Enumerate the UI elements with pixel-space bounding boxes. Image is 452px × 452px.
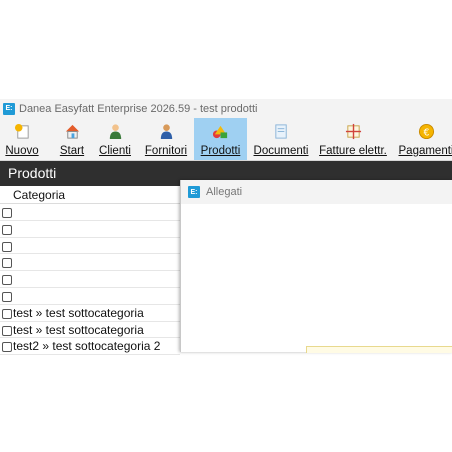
list-row[interactable]: test » test sottocategoria bbox=[0, 322, 180, 339]
category-list: Categoria test » test sottocategoria tes… bbox=[0, 186, 180, 356]
app-icon: E: bbox=[3, 102, 15, 115]
suppliers-button[interactable]: Fornitori bbox=[142, 118, 190, 160]
new-button[interactable]: Nuovo bbox=[2, 118, 42, 160]
supplier-icon bbox=[160, 124, 172, 140]
row-checkbox[interactable] bbox=[2, 291, 12, 302]
einvoice-icon bbox=[345, 123, 361, 140]
einvoice-button[interactable]: Fatture elettr. bbox=[316, 118, 390, 160]
list-row[interactable] bbox=[0, 271, 180, 288]
payments-button[interactable]: € Pagamenti bbox=[396, 118, 452, 160]
app-icon: E: bbox=[188, 186, 200, 198]
products-button[interactable]: Prodotti bbox=[194, 118, 247, 160]
svg-text:€: € bbox=[423, 127, 429, 138]
row-checkbox[interactable] bbox=[2, 308, 12, 319]
column-header-category[interactable]: Categoria bbox=[0, 186, 180, 204]
row-checkbox[interactable] bbox=[2, 258, 12, 269]
dialog-title: Allegati bbox=[206, 186, 243, 198]
list-row[interactable] bbox=[0, 254, 180, 272]
payments-icon: € bbox=[418, 123, 434, 140]
payments-label: Pagamenti bbox=[398, 145, 452, 157]
home-icon bbox=[65, 124, 79, 139]
section-title: Prodotti bbox=[8, 165, 57, 181]
einvoice-label: Fatture elettr. bbox=[319, 145, 387, 157]
customer-icon bbox=[109, 124, 121, 140]
documents-label: Documenti bbox=[253, 145, 309, 157]
attachments-panel bbox=[306, 346, 452, 353]
list-row[interactable] bbox=[0, 288, 180, 305]
products-label: Prodotti bbox=[200, 145, 241, 157]
start-button[interactable]: Start bbox=[56, 118, 88, 160]
products-icon bbox=[212, 125, 228, 139]
list-row[interactable] bbox=[0, 238, 180, 255]
customers-label: Clienti bbox=[99, 145, 131, 157]
window-title: Danea Easyfatt Enterprise 2026.59 - test… bbox=[19, 102, 258, 115]
row-text: test2 » test sottocategoria 2 bbox=[13, 339, 161, 354]
row-checkbox[interactable] bbox=[2, 224, 12, 235]
new-label: Nuovo bbox=[5, 145, 39, 157]
row-text: test » test sottocategoria bbox=[13, 305, 144, 320]
main-toolbar: Nuovo Start Clienti Fornitori Prodotti D… bbox=[0, 118, 452, 161]
start-label: Start bbox=[59, 145, 85, 157]
new-icon bbox=[14, 123, 29, 139]
list-row[interactable]: test » test sottocategoria bbox=[0, 305, 180, 322]
row-checkbox[interactable] bbox=[2, 342, 12, 353]
list-row[interactable] bbox=[0, 221, 180, 238]
attachments-dialog: E: Allegati bbox=[180, 180, 452, 353]
dialog-titlebar[interactable]: E: Allegati bbox=[181, 180, 452, 204]
list-row[interactable]: test2 » test sottocategoria 2 bbox=[0, 338, 180, 356]
row-text: test » test sottocategoria bbox=[13, 322, 144, 337]
row-checkbox[interactable] bbox=[2, 208, 12, 218]
row-checkbox[interactable] bbox=[2, 241, 12, 252]
suppliers-label: Fornitori bbox=[144, 145, 188, 157]
customers-button[interactable]: Clienti bbox=[96, 118, 134, 160]
list-row[interactable] bbox=[0, 204, 180, 221]
row-checkbox[interactable] bbox=[2, 275, 12, 286]
row-checkbox[interactable] bbox=[2, 325, 12, 336]
window-titlebar: E: Danea Easyfatt Enterprise 2026.59 - t… bbox=[0, 99, 452, 118]
documents-icon bbox=[274, 124, 287, 139]
documents-button[interactable]: Documenti bbox=[253, 118, 309, 160]
